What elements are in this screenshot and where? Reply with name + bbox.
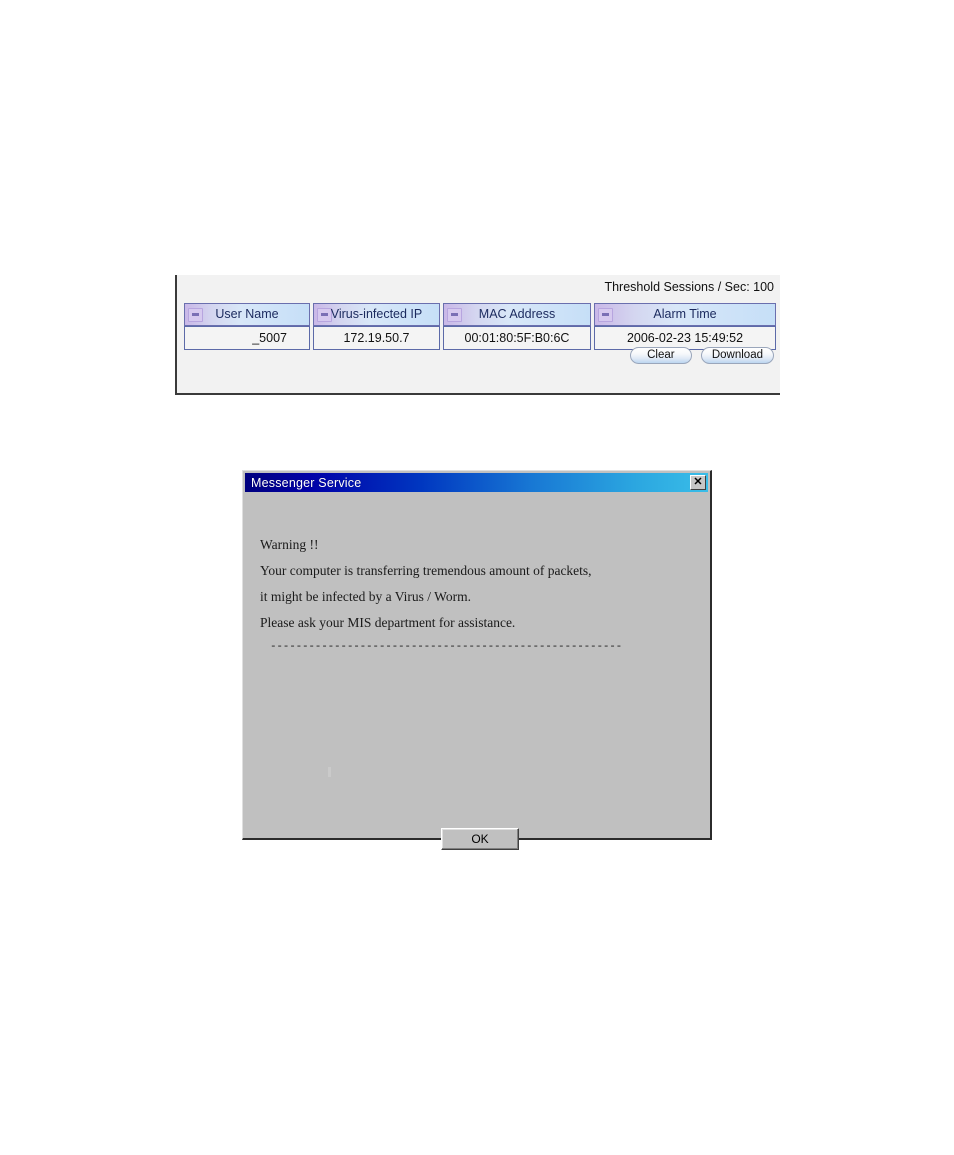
close-icon[interactable]: ✕ [690, 475, 706, 490]
dialog-title: Messenger Service [251, 475, 362, 490]
message-line-assistance: Please ask your MIS department for assis… [260, 615, 516, 630]
dialog-message-block: Warning !! Your computer is transferring… [260, 532, 690, 658]
column-header-alarm-time[interactable]: Alarm Time [594, 303, 776, 326]
virus-alarm-table: User Name Virus-infected IP MAC Address … [184, 303, 776, 350]
column-header-label: Alarm Time [653, 307, 717, 321]
alarm-panel: Threshold Sessions / Sec: 100 User Name … [175, 275, 780, 395]
column-header-label: User Name [215, 307, 279, 321]
threshold-sessions-label: Threshold Sessions / Sec: 100 [604, 280, 774, 294]
message-line-packets: Your computer is transferring tremendous… [260, 563, 592, 578]
cell-user-name: _5007 [184, 326, 310, 350]
column-header-virus-infected-ip[interactable]: Virus-infected IP [313, 303, 440, 326]
dialog-body: Warning !! Your computer is transferring… [245, 494, 708, 850]
column-header-label: Virus-infected IP [330, 307, 423, 321]
message-line-infected: it might be infected by a Virus / Worm. [260, 589, 471, 604]
column-header-mac-address[interactable]: MAC Address [443, 303, 591, 326]
column-header-label: MAC Address [478, 307, 556, 321]
column-header-user-name[interactable]: User Name [184, 303, 310, 326]
cell-mac-address: 00:01:80:5F:B0:6C [443, 326, 591, 350]
clear-button[interactable]: Clear [629, 347, 692, 364]
table-header-row: User Name Virus-infected IP MAC Address … [184, 303, 776, 326]
message-separator-line: ----------------------------------------… [270, 641, 623, 653]
download-button[interactable]: Download [700, 347, 774, 364]
render-artifact [328, 767, 331, 777]
panel-button-group: Clear Download [629, 347, 774, 364]
cell-virus-infected-ip: 172.19.50.7 [313, 326, 440, 350]
ok-button-label: OK [471, 832, 489, 846]
messenger-service-dialog: Messenger Service ✕ Warning !! Your comp… [242, 470, 712, 850]
close-glyph: ✕ [693, 476, 703, 488]
message-line-warning: Warning !! [260, 537, 319, 552]
ok-button[interactable]: OK [441, 828, 519, 850]
threshold-row: Threshold Sessions / Sec: 100 [604, 279, 774, 295]
dialog-titlebar[interactable]: Messenger Service ✕ [245, 473, 708, 492]
